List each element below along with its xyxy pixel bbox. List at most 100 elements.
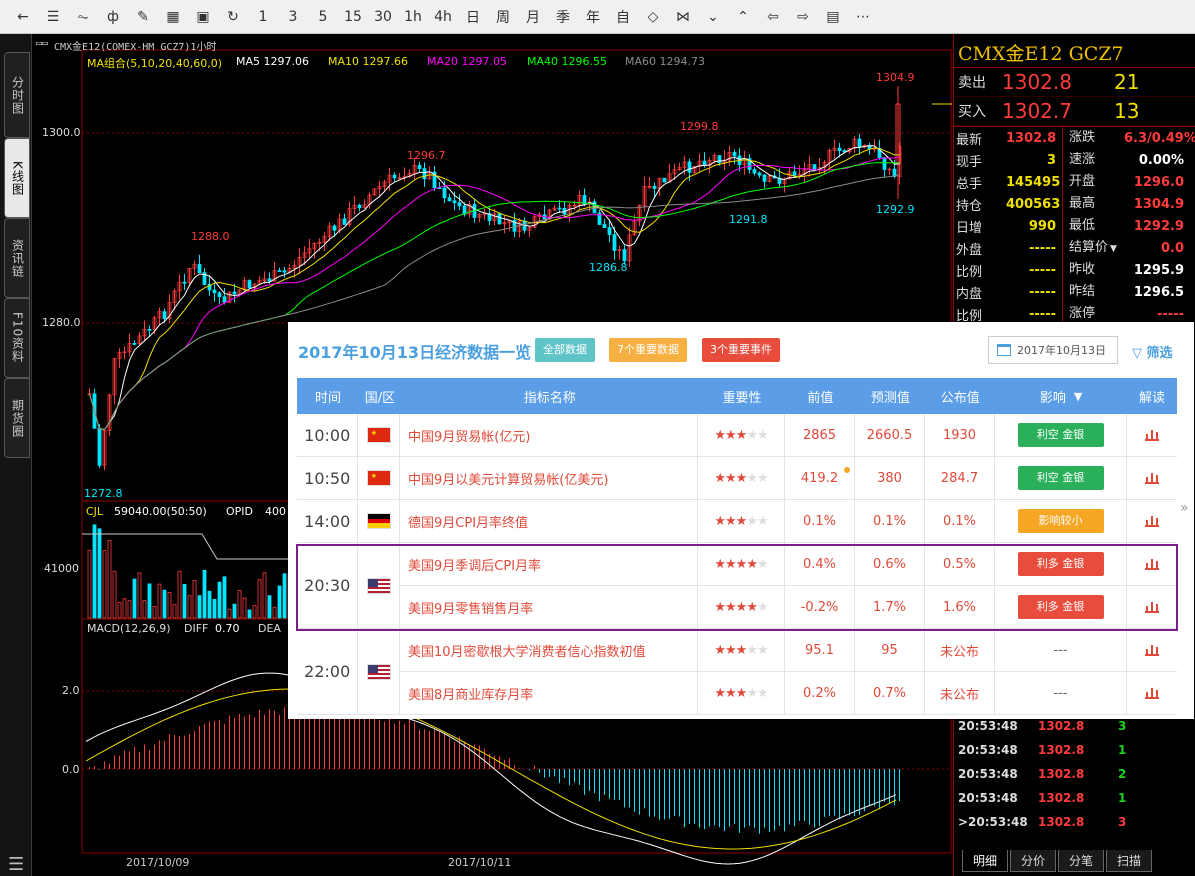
star-icon: ★ bbox=[725, 427, 737, 443]
table-row[interactable]: 中国9月以美元计算贸易帐(亿美元) ★ ★ ★ ★ ★ 419.2 380 284.7 利空 金银 bbox=[400, 457, 1177, 500]
draw-icon[interactable]: ✎ bbox=[128, 4, 158, 30]
period-5-button[interactable]: 5 bbox=[308, 4, 338, 30]
quote-tab-1[interactable]: 分价 bbox=[1010, 850, 1057, 872]
stat-label-text: 结算价 bbox=[1069, 240, 1109, 255]
importance-stars: ★ ★ ★ ★ ★ bbox=[698, 586, 785, 628]
candle-icon[interactable]: ф bbox=[98, 4, 128, 30]
bar-chart-icon[interactable] bbox=[1145, 687, 1159, 699]
indicator-name[interactable]: 德国9月CPI月率终值 bbox=[400, 500, 698, 542]
period-custom-button[interactable]: 自 bbox=[608, 4, 638, 30]
quote-tab-0[interactable]: 明细 bbox=[962, 850, 1009, 872]
list-icon[interactable]: ☰ bbox=[38, 4, 68, 30]
impact-button[interactable]: 影响较小 bbox=[1017, 509, 1104, 533]
event-group: 22:00 美国10月密歇根大学消费者信心指数初值 ★ ★ ★ ★ ★ 95.1 95 未公布 --… bbox=[297, 629, 1177, 715]
zoom-out-icon[interactable]: ⋈ bbox=[668, 4, 698, 30]
calc-icon[interactable]: ▦ bbox=[158, 4, 188, 30]
more-icon[interactable]: ⋯ bbox=[848, 4, 878, 30]
prev-value-cell: 419.2 bbox=[785, 457, 855, 499]
x-date-1: 2017/10/09 bbox=[126, 856, 190, 869]
menu-icon[interactable]: ☰ bbox=[8, 854, 24, 875]
star-icon: ★ bbox=[746, 470, 758, 486]
star-icon: ★ bbox=[756, 470, 769, 486]
read-cell bbox=[1127, 500, 1177, 542]
stat-value: 1304.9 bbox=[1133, 196, 1184, 212]
line-chart-icon[interactable]: ⏦ bbox=[68, 4, 98, 30]
stat-label-text: 最高 bbox=[1069, 196, 1096, 211]
period-3-button[interactable]: 3 bbox=[278, 4, 308, 30]
indicator-name[interactable]: 美国8月商业库存月率 bbox=[400, 672, 698, 714]
star-icon: ★ bbox=[714, 470, 726, 486]
layout-icon[interactable]: ▤ bbox=[818, 4, 848, 30]
bid-price: 1302.7 bbox=[1002, 99, 1072, 123]
period-4h-button[interactable]: 4h bbox=[428, 4, 458, 30]
indicator-name[interactable]: 中国9月以美元计算贸易帐(亿美元) bbox=[400, 457, 698, 499]
caret-down-icon[interactable]: ▼ bbox=[1110, 244, 1117, 254]
quote-tab-2[interactable]: 分笔 bbox=[1058, 850, 1105, 872]
bar-chart-icon[interactable] bbox=[1145, 472, 1159, 484]
quote-tab-3[interactable]: 扫描 bbox=[1106, 850, 1153, 872]
bar-chart-icon[interactable] bbox=[1145, 644, 1159, 656]
period-15-button[interactable]: 15 bbox=[338, 4, 368, 30]
table-row[interactable]: 中国9月贸易帐(亿元) ★ ★ ★ ★ ★ 2865 2660.5 1930 利空 金银 bbox=[400, 414, 1177, 457]
table-row[interactable]: 德国9月CPI月率终值 ★ ★ ★ ★ ★ 0.1% 0.1% 0.1% 影响较小 bbox=[400, 500, 1177, 543]
table-row[interactable]: 美国10月密歇根大学消费者信心指数初值 ★ ★ ★ ★ ★ 95.1 95 未公布 --- bbox=[400, 629, 1177, 672]
indicator-name[interactable]: 美国9月零售销售月率 bbox=[400, 586, 698, 628]
bar-chart-icon[interactable] bbox=[1145, 429, 1159, 441]
bar-chart-icon[interactable] bbox=[1145, 558, 1159, 570]
cjl-value: 59040.00(50:50) bbox=[114, 505, 207, 518]
bar-chart-icon[interactable] bbox=[1145, 515, 1159, 527]
period-week-button[interactable]: 周 bbox=[488, 4, 518, 30]
indicator-name[interactable]: 中国9月贸易帐(亿元) bbox=[400, 414, 698, 456]
indicator-name[interactable]: 美国9月季调后CPI月率 bbox=[400, 543, 698, 585]
prev-value-cell: 95.1 bbox=[785, 629, 855, 671]
tab-f10[interactable]: F10资料 bbox=[4, 298, 30, 378]
save-icon[interactable]: ▣ bbox=[188, 4, 218, 30]
event-rows: 美国10月密歇根大学消费者信心指数初值 ★ ★ ★ ★ ★ 95.1 95 未公布 --- 美国8月… bbox=[400, 629, 1177, 715]
stat-label-text: 昨结 bbox=[1069, 284, 1096, 299]
impact-button[interactable]: 利空 金银 bbox=[1017, 466, 1104, 490]
table-row[interactable]: 美国9月季调后CPI月率 ★ ★ ★ ★ ★ 0.4% 0.6% 0.5% 利多 金银 bbox=[400, 543, 1177, 586]
period-month-button[interactable]: 月 bbox=[518, 4, 548, 30]
filter-important-events-pill[interactable]: 3个重要事件 bbox=[702, 338, 780, 362]
volume-y-tick: 41000 bbox=[44, 562, 79, 575]
right-icon[interactable]: ⇨ bbox=[788, 4, 818, 30]
tick-price: 1302.8 bbox=[1038, 791, 1085, 805]
header-actual: 公布值 bbox=[940, 390, 980, 406]
tab-futures-circle[interactable]: 期货圈 bbox=[4, 378, 30, 458]
impact-button[interactable]: 利空 金银 bbox=[1017, 423, 1104, 447]
refresh-icon[interactable]: ↻ bbox=[218, 4, 248, 30]
header-impact[interactable]: 影响 ▼ bbox=[995, 378, 1127, 414]
filter-button[interactable]: ▽ 筛选 bbox=[1132, 342, 1173, 361]
tab-timeshare[interactable]: 分时图 bbox=[4, 52, 30, 138]
filter-important-data-pill[interactable]: 7个重要数据 bbox=[609, 338, 687, 362]
expand-arrow-icon[interactable]: » bbox=[1180, 500, 1189, 516]
left-icon[interactable]: ⇦ bbox=[758, 4, 788, 30]
filter-all-pill[interactable]: 全部数据 bbox=[535, 338, 595, 362]
macd-y-tick-0: 0.0 bbox=[62, 763, 80, 776]
date-picker[interactable]: 2017年10月13日 bbox=[988, 336, 1118, 364]
tick-time: 20:53:48 bbox=[958, 767, 1018, 781]
back-icon[interactable]: ← bbox=[8, 4, 38, 30]
period-1-button[interactable]: 1 bbox=[248, 4, 278, 30]
tab-news-chain[interactable]: 资讯链 bbox=[4, 218, 30, 298]
importance-stars: ★ ★ ★ ★ ★ bbox=[698, 543, 785, 585]
table-row[interactable]: 美国9月零售销售月率 ★ ★ ★ ★ ★ -0.2% 1.7% 1.6% 利多 金银 bbox=[400, 586, 1177, 629]
indicator-name[interactable]: 美国10月密歇根大学消费者信心指数初值 bbox=[400, 629, 698, 671]
down-icon[interactable]: ⌄ bbox=[698, 4, 728, 30]
up-icon[interactable]: ⌃ bbox=[728, 4, 758, 30]
impact-button[interactable]: 利多 金银 bbox=[1017, 595, 1104, 619]
zoom-in-icon[interactable]: ◇ bbox=[638, 4, 668, 30]
period-1h-button[interactable]: 1h bbox=[398, 4, 428, 30]
period-year-button[interactable]: 年 bbox=[578, 4, 608, 30]
bar-chart-icon[interactable] bbox=[1145, 601, 1159, 613]
chart-title: CMX金E12(COMEX-HM GCZ7)1小时 bbox=[54, 42, 217, 53]
impact-button[interactable]: 利多 金银 bbox=[1017, 552, 1104, 576]
period-day-button[interactable]: 日 bbox=[458, 4, 488, 30]
period-quarter-button[interactable]: 季 bbox=[548, 4, 578, 30]
tick-price: 1302.8 bbox=[1038, 815, 1085, 829]
table-row[interactable]: 美国8月商业库存月率 ★ ★ ★ ★ ★ 0.2% 0.7% 未公布 --- bbox=[400, 672, 1177, 715]
event-region: ★ bbox=[358, 457, 400, 500]
tab-kline[interactable]: K线图 bbox=[4, 138, 30, 218]
bid-volume: 13 bbox=[1114, 99, 1140, 123]
period-30-button[interactable]: 30 bbox=[368, 4, 398, 30]
